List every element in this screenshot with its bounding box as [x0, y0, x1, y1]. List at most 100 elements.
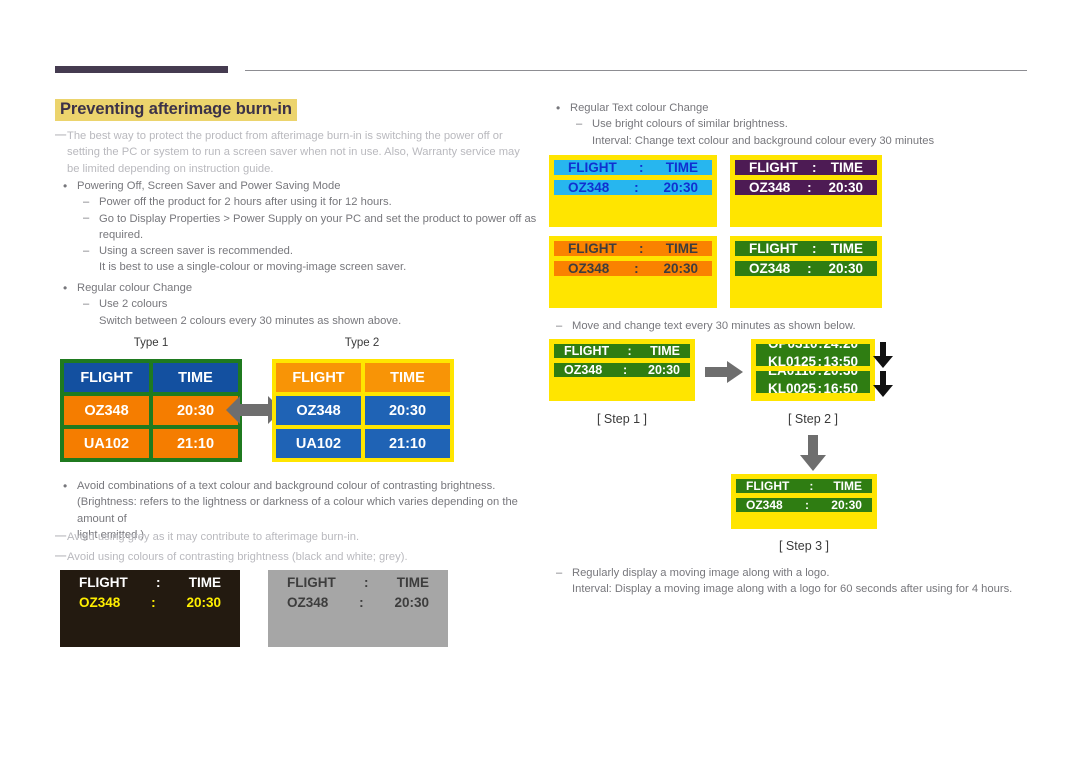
colon-separator: : [623, 363, 628, 377]
bullet-regular-colour-change-label: Regular colour Change [77, 282, 193, 294]
section-regular-colour-change: • Regular colour Change – Use 2 colours … [55, 280, 545, 329]
step3-row-header: FLIGHT : TIME [736, 479, 872, 493]
scroll-line: OP0310 : 24:20 [768, 344, 858, 353]
colon-separator: : [817, 381, 823, 393]
item-bright-colours: – Use bright colours of similar brightne… [548, 116, 1028, 132]
colon-separator: : [359, 595, 364, 610]
flight-value: OZ348 [568, 180, 610, 195]
board-row: UA102 21:10 [276, 429, 450, 458]
board-row: FLIGHT TIME [64, 363, 238, 392]
colon-separator: : [639, 241, 644, 256]
item-move-change-text-label: Move and change text every 30 minutes as… [572, 320, 856, 332]
bullet-icon: • [63, 179, 68, 193]
board-row: OZ348 20:30 [64, 396, 238, 425]
item-move-change-text: – Move and change text every 30 minutes … [548, 318, 1028, 334]
bullet-regular-text-colour-change-label: Regular Text colour Change [570, 102, 709, 114]
scroll-line: KL0125 : 13:50 [768, 353, 858, 366]
note-avoid-grey-text: Avoid using grey as it may contribute to… [67, 531, 360, 543]
colon-separator: : [817, 354, 823, 366]
colon-separator: : [627, 344, 632, 358]
cell-flight-value: UA102 [276, 429, 361, 458]
cell-flight-header: FLIGHT [64, 363, 149, 392]
step2-scroll-cell-top: OP0310 : 24:20 KL0125 : 13:50 [756, 344, 870, 366]
flight-time: 20:30 [823, 371, 858, 380]
type1-label: Type 1 [133, 337, 169, 349]
header-rule-accent [55, 66, 228, 73]
bullet-powering-off-label: Powering Off, Screen Saver and Power Sav… [77, 180, 341, 192]
note-avoid-contrast-text: Avoid using colours of contrasting brigh… [67, 551, 408, 563]
em-dash-glyph: — [55, 129, 67, 141]
item-bright-colours-label: Use bright colours of similar brightness… [592, 118, 788, 131]
move-change-text-note: – Move and change text every 30 minutes … [548, 318, 1028, 334]
time-label: TIME [665, 160, 698, 175]
colon-separator: : [639, 160, 644, 175]
item-screen-saver-label: Using a screen saver is recommended. [99, 245, 294, 258]
bullet-avoid-combinations-label: Avoid combinations of a text colour and … [77, 480, 496, 492]
cyan-board-row-value: OZ348 : 20:30 [554, 180, 712, 195]
flight-value: OZ348 [564, 363, 603, 377]
em-dash-glyph: — [55, 530, 67, 542]
item-power-off-2-hours-label: Power off the product for 2 hours after … [99, 196, 392, 209]
step2-scroll-content-bottom: EA0110 : 20:30 KL0025 : 16:50 [756, 371, 870, 393]
item-moving-image-logo-note: Interval: Display a moving image along w… [572, 583, 1013, 596]
em-dash-glyph: — [55, 550, 67, 562]
step2-scroll-content-top: OP0310 : 24:20 KL0125 : 13:50 [756, 344, 870, 366]
cyan-flight-board: FLIGHT : TIME OZ348 : 20:30 [549, 155, 717, 227]
step2-label: [ Step 2 ] [787, 412, 839, 426]
step2-flight-board: OP0310 : 24:20 KL0125 : 13:50 EA0110 : 2… [751, 339, 875, 401]
flight-code: EA0110 [768, 371, 816, 380]
time-label: TIME [665, 241, 698, 256]
flight-value: OZ348 [568, 261, 610, 276]
black-board-row-value: OZ348 : 20:30 [65, 595, 235, 610]
cyan-board-row-header: FLIGHT : TIME [554, 160, 712, 175]
flight-label: FLIGHT [564, 344, 610, 358]
time-value: 20:30 [663, 180, 698, 195]
type2-flight-board: FLIGHT TIME OZ348 20:30 UA102 21:10 [272, 359, 454, 462]
step3-label: [ Step 3 ] [778, 539, 830, 553]
flight-label: FLIGHT [568, 160, 617, 175]
orange-board-row-header: FLIGHT : TIME [554, 241, 712, 256]
item-display-properties: – Go to Display Properties > Power Suppl… [55, 211, 545, 244]
time-value: 20:30 [828, 180, 863, 195]
cell-time-value: 20:30 [365, 396, 450, 425]
cell-flight-value: OZ348 [276, 396, 361, 425]
colon-separator: : [818, 344, 823, 353]
item-use-2-colours-label: Use 2 colours [99, 298, 168, 311]
grey-flight-board: FLIGHT : TIME OZ348 : 20:30 [268, 570, 448, 647]
dash-icon: – [83, 212, 90, 225]
avoid-brightness-line2: (Brightness: refers to the lightness or … [77, 496, 518, 525]
scroll-down-arrow-icon [873, 342, 893, 368]
flight-label: FLIGHT [749, 241, 798, 256]
step1-row-header: FLIGHT : TIME [554, 344, 690, 358]
type2-label: Type 2 [344, 337, 380, 349]
dash-icon: – [83, 244, 90, 257]
orange-flight-board: FLIGHT : TIME OZ348 : 20:30 [549, 236, 717, 308]
colon-separator: : [634, 261, 639, 276]
flight-label: FLIGHT [749, 160, 798, 175]
colon-separator: : [364, 575, 369, 590]
purple-board-row-header: FLIGHT : TIME [735, 160, 877, 175]
item-display-properties-label: Go to Display Properties > Power Supply … [99, 212, 537, 241]
green-flight-board: FLIGHT : TIME OZ348 : 20:30 [730, 236, 882, 308]
item-moving-image-logo-label: Regularly display a moving image along w… [572, 567, 830, 579]
time-value: 20:30 [394, 595, 429, 610]
time-value: 20:30 [648, 363, 680, 377]
item-switch-colours-note: Switch between 2 colours every 30 minute… [99, 314, 402, 327]
board-row: FLIGHT TIME [276, 363, 450, 392]
scroll-line: EA0110 : 20:30 [768, 371, 858, 380]
board-row: UA102 21:10 [64, 429, 238, 458]
flight-code: OP0310 [768, 344, 818, 353]
item-bright-colours-note: Interval: Change text colour and backgro… [592, 134, 935, 147]
flight-label: FLIGHT [568, 241, 617, 256]
step1-label: [ Step 1 ] [596, 412, 648, 426]
orange-board-row-value: OZ348 : 20:30 [554, 261, 712, 276]
colon-separator: : [156, 575, 161, 590]
step1-row-value: OZ348 : 20:30 [554, 363, 690, 377]
flight-value: OZ348 [749, 261, 791, 276]
right-arrow-icon [705, 361, 743, 383]
flight-value: OZ348 [746, 498, 783, 512]
bullet-powering-off: • Powering Off, Screen Saver and Power S… [55, 178, 545, 194]
bullet-icon: • [63, 479, 68, 493]
black-board-row-header: FLIGHT : TIME [65, 575, 235, 590]
flight-value: OZ348 [749, 180, 791, 195]
